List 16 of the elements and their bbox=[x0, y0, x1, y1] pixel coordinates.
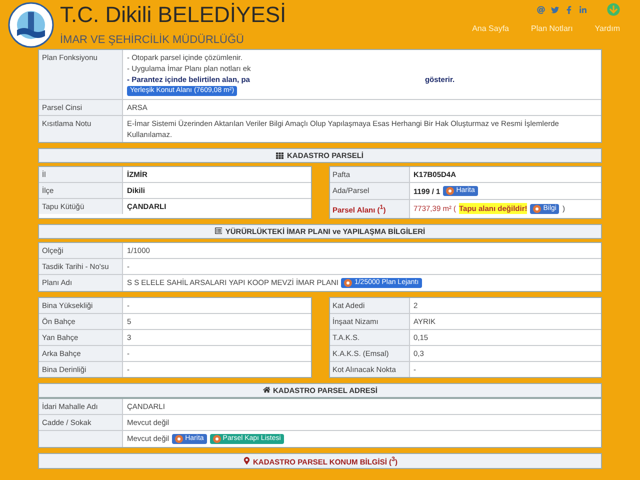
linkedin-icon[interactable] bbox=[579, 6, 587, 14]
circle-icon bbox=[533, 204, 542, 213]
email-icon[interactable] bbox=[537, 6, 545, 14]
facebook-icon[interactable] bbox=[565, 6, 573, 14]
home-icon bbox=[262, 386, 270, 394]
circle-icon bbox=[446, 187, 454, 195]
circle-icon bbox=[344, 278, 352, 286]
circle-icon bbox=[212, 434, 221, 442]
grid-icon bbox=[276, 152, 284, 160]
location-pin-icon bbox=[242, 457, 250, 464]
circle-icon bbox=[175, 434, 184, 442]
twitter-icon[interactable] bbox=[551, 6, 559, 14]
site-subtitle: İMAR VE ŞEHİRCİLİK MÜDÜRLÜĞÜ bbox=[60, 34, 245, 46]
document-icon bbox=[214, 227, 222, 235]
site-title: T.C. Dikili BELEDİYESİ bbox=[60, 2, 286, 28]
municipality-logo bbox=[8, 2, 54, 48]
